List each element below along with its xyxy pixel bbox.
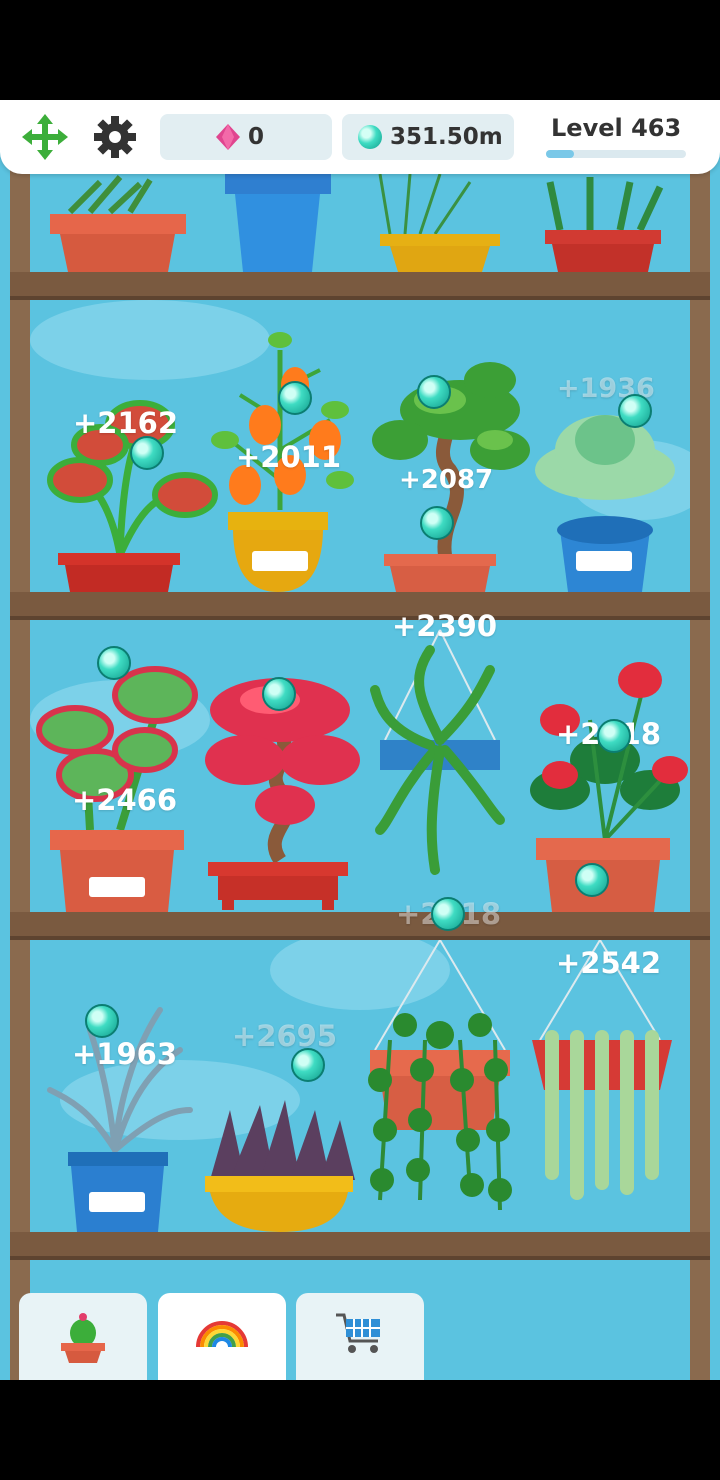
income-label: +2162 — [73, 406, 179, 440]
plants-tab[interactable] — [19, 1293, 147, 1380]
income-label: +2466 — [72, 783, 178, 817]
pot-slot — [252, 551, 308, 571]
pink-gem-icon — [216, 124, 240, 150]
gear-icon[interactable] — [92, 114, 138, 160]
top-row-plants — [50, 173, 664, 272]
income-label: +2011 — [236, 440, 342, 474]
shelf-2 — [10, 592, 710, 620]
shop-tab[interactable] — [296, 1293, 424, 1380]
plant-purple-agave[interactable] — [200, 1090, 360, 1230]
plant-hanging-ivy[interactable] — [360, 990, 520, 1220]
level-label: Level 463 — [551, 114, 682, 142]
pot-slot — [576, 551, 632, 571]
teal-drop-icon — [358, 125, 382, 149]
pot-slot — [89, 1192, 145, 1212]
level-progress-fill — [546, 150, 574, 158]
level-progress-track — [546, 150, 686, 158]
decor-tab[interactable] — [158, 1293, 286, 1380]
drop-coin[interactable] — [597, 719, 631, 753]
pot-slot — [89, 877, 145, 897]
drops-value: 351.50m — [390, 124, 503, 150]
plant-string-of-pearls[interactable] — [530, 990, 680, 1210]
drop-coin[interactable] — [618, 394, 652, 428]
drop-coin[interactable] — [130, 436, 164, 470]
gems-value: 0 — [248, 124, 265, 150]
shelf-1 — [10, 272, 710, 300]
drop-coin[interactable] — [420, 506, 454, 540]
drop-coin[interactable] — [575, 863, 609, 897]
drop-coin[interactable] — [85, 1004, 119, 1038]
drops-counter[interactable]: 351.50m — [342, 114, 514, 160]
plant-hanging-fern[interactable] — [370, 640, 520, 880]
shelf-3 — [10, 912, 710, 940]
shelf-4 — [10, 1232, 710, 1260]
drop-coin[interactable] — [262, 677, 296, 711]
drop-coin[interactable] — [291, 1048, 325, 1082]
drop-coin[interactable] — [278, 381, 312, 415]
top-hud: 0 351.50m Level 463 — [0, 100, 720, 174]
arrows-move-icon[interactable] — [22, 114, 68, 160]
cactus-icon — [61, 1313, 105, 1363]
drop-coin[interactable] — [431, 897, 465, 931]
drop-coin[interactable] — [97, 646, 131, 680]
drop-coin[interactable] — [417, 375, 451, 409]
bottom-tab-bar — [0, 1293, 720, 1380]
income-label: +2542 — [556, 946, 662, 980]
income-label: +1963 — [72, 1037, 178, 1071]
income-label: +2695 — [232, 1019, 338, 1053]
shopping-cart-icon — [336, 1313, 380, 1353]
income-label: +2087 — [399, 465, 494, 495]
income-label: +2390 — [392, 609, 498, 643]
rainbow-icon — [196, 1321, 248, 1348]
gems-counter[interactable]: 0 — [160, 114, 332, 160]
